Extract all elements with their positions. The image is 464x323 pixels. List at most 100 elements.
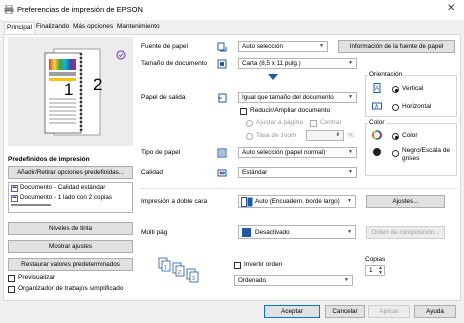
landscape-label: Horizontal xyxy=(402,103,432,110)
document-size-icon xyxy=(217,59,227,69)
job-arranger-checkbox[interactable] xyxy=(8,286,15,293)
list-scroll-indicator xyxy=(11,204,51,206)
reverse-order-label: Invertir orden xyxy=(244,261,283,268)
svg-text:A: A xyxy=(375,86,379,92)
output-paper-label: Papel de salida xyxy=(141,94,186,101)
portrait-icon: A xyxy=(373,83,381,93)
paper-source-icon xyxy=(217,42,227,52)
reverse-order-checkbox[interactable] xyxy=(234,262,241,269)
collate-icon: 1 2 3 xyxy=(158,257,199,283)
copies-input[interactable]: 1 ▲ ▼ xyxy=(365,265,385,276)
apply-button[interactable]: Aplicar xyxy=(368,305,410,318)
close-icon[interactable]: ✕ xyxy=(447,3,455,14)
chevron-down-icon: ▼ xyxy=(348,60,353,66)
list-item[interactable]: Documento - Calidad estándar xyxy=(11,184,131,193)
quality-label: Calidad xyxy=(141,169,164,176)
tab-mas-opciones[interactable]: Más opciones xyxy=(71,22,115,34)
ok-button[interactable]: Aceptar xyxy=(264,305,320,318)
chevron-down-icon: ▼ xyxy=(347,198,352,204)
preset-label: Documento - Calidad estándar xyxy=(20,184,106,191)
color-title: Color xyxy=(368,119,386,126)
color-radio[interactable] xyxy=(392,133,399,140)
reduce-enlarge-checkbox[interactable] xyxy=(240,108,247,115)
tab-finalizando[interactable]: Finalizando xyxy=(34,22,71,34)
collate-select[interactable]: Ordenado ▼ xyxy=(234,275,353,286)
paper-type-select[interactable]: Auto selección (papel normal) ▼ xyxy=(238,147,357,158)
preset-label: Documento - 1 lado con 2 copias xyxy=(20,194,113,201)
duplex-settings-button[interactable]: Ajustes... xyxy=(366,195,445,208)
output-paper-select[interactable]: Igual que tamaño del documento ▼ xyxy=(238,92,357,103)
window-title: Preferencias de impresión de EPSON xyxy=(17,5,143,14)
svg-text:2: 2 xyxy=(178,270,181,276)
page-number-2: 2 xyxy=(93,75,103,94)
cancel-button[interactable]: Cancelar xyxy=(325,305,365,318)
page-number-1: 1 xyxy=(64,80,74,99)
list-item[interactable]: Documento - 1 lado con 2 copias xyxy=(11,194,131,203)
collate-value: Ordenado xyxy=(238,277,267,284)
preview-label: Previsualizar xyxy=(18,274,56,281)
job-arranger-label: Organizador de trabajos simplificado xyxy=(18,285,124,292)
preview-checkbox[interactable] xyxy=(8,275,15,282)
svg-text:1: 1 xyxy=(164,265,167,271)
chevron-down-icon: ▼ xyxy=(348,169,353,175)
fit-to-page-label: Ajustar a página xyxy=(256,119,303,126)
portrait-radio[interactable] xyxy=(392,86,399,93)
duplex-select[interactable]: Auto (Encuadern. borde largo) ▼ xyxy=(238,195,356,208)
portrait-label: Vertical xyxy=(402,85,424,92)
quality-select[interactable]: Estándar ▼ xyxy=(238,167,357,178)
zoom-to-radio[interactable] xyxy=(246,133,253,140)
document-size-select[interactable]: Carta (8,5 x 11 pulg.) ▼ xyxy=(238,58,357,69)
zoom-to-label: Tasa de zoom xyxy=(256,132,297,139)
duplex-icon xyxy=(241,197,253,207)
paper-source-select[interactable]: Auto selección ▼ xyxy=(238,41,328,52)
help-button[interactable]: Ayuda xyxy=(414,305,456,318)
paper-source-info-button[interactable]: Información de la fuente de papel xyxy=(338,40,455,53)
grayscale-radio[interactable] xyxy=(392,150,399,157)
color-label: Color xyxy=(402,132,418,139)
add-remove-presets-button[interactable]: Añadir/Retirar opciones predefinidas... xyxy=(8,166,133,179)
title-bar: Preferencias de impresión de EPSON ✕ xyxy=(0,0,464,20)
chevron-down-icon: ▼ xyxy=(319,43,324,49)
stepper-icon[interactable]: ▲ ▼ xyxy=(378,266,383,275)
ink-levels-button[interactable]: Niveles de tinta xyxy=(8,222,133,235)
chevron-down-icon: ▼ xyxy=(348,149,353,155)
document-preview xyxy=(44,48,126,136)
grayscale-icon xyxy=(373,148,381,156)
presets-title: Predefinidos de impresión xyxy=(8,156,90,163)
zoom-rate-input[interactable]: ⬍ xyxy=(306,130,344,141)
fit-to-page-radio[interactable] xyxy=(246,120,253,127)
quality-icon xyxy=(217,169,227,177)
multipage-icon xyxy=(242,228,251,237)
document-preset-icon xyxy=(11,185,18,192)
page-order-button[interactable]: Orden de composición... xyxy=(366,226,445,239)
paper-type-value: Auto selección (papel normal) xyxy=(242,149,326,156)
output-paper-value: Igual que tamaño del documento xyxy=(242,94,334,101)
output-paper-icon xyxy=(218,93,227,103)
paper-type-label: Tipo de papel xyxy=(141,149,181,156)
color-wheel-icon xyxy=(372,130,382,140)
document-size-label: Tamaño de documento xyxy=(141,60,208,67)
duplex-label: Impresión a doble cara xyxy=(141,198,208,205)
copies-label: Copias xyxy=(365,256,386,263)
document-size-value: Carta (8,5 x 11 pulg.) xyxy=(242,60,301,67)
restore-defaults-button[interactable]: Restaurar valores predeterminados xyxy=(8,258,133,271)
zoom-unit: % xyxy=(348,132,354,139)
quality-value: Estándar xyxy=(242,169,268,176)
show-settings-button[interactable]: Mostrar ajustes xyxy=(8,240,133,253)
landscape-radio[interactable] xyxy=(392,104,399,111)
tab-mantenimiento[interactable]: Mantenimiento xyxy=(115,22,162,34)
center-checkbox[interactable] xyxy=(310,120,317,127)
reduce-enlarge-label: Reducir/Ampliar documento xyxy=(250,107,331,114)
multipage-label: Múlti pág xyxy=(141,229,168,236)
chevron-down-icon: ▼ xyxy=(348,94,353,100)
paper-source-value: Auto selección xyxy=(242,43,283,50)
arrow-down-icon xyxy=(268,74,278,80)
center-label: Centrar xyxy=(320,119,342,126)
multipage-select[interactable]: Desactivado ▼ xyxy=(238,225,356,239)
chevron-down-icon: ▼ xyxy=(347,228,352,235)
document-preset-icon xyxy=(11,195,18,202)
divider xyxy=(140,188,457,189)
landscape-icon: A xyxy=(372,102,382,110)
grayscale-label: Negro/Escala de grises xyxy=(402,147,451,162)
svg-text:3: 3 xyxy=(192,276,195,282)
